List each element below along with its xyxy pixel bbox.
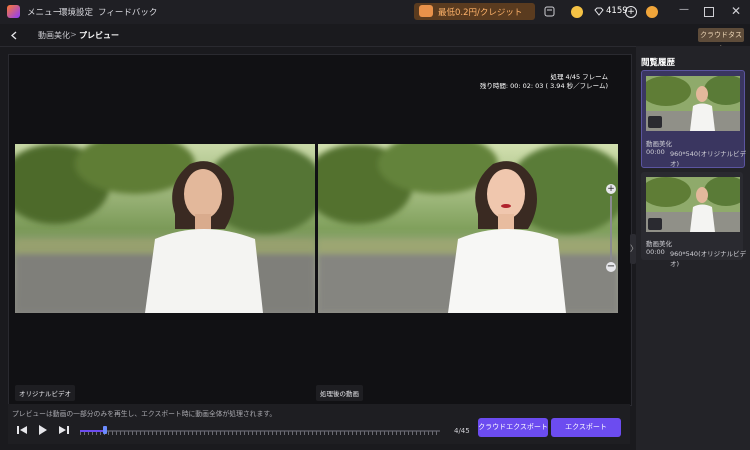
zoom-out-icon[interactable]: − <box>606 262 616 272</box>
history-item-1-time: 00:00 <box>646 148 665 156</box>
collapse-sidebar-icon[interactable]: 〉 <box>630 234 638 264</box>
processed-video-frame <box>318 144 618 313</box>
maximize-icon[interactable] <box>704 7 714 17</box>
original-video <box>15 144 315 313</box>
previous-frame-icon[interactable] <box>17 425 28 435</box>
app-logo-icon <box>7 5 20 18</box>
minimize-icon[interactable]: — <box>679 4 689 15</box>
label-original-video: オリジナルビデオ <box>15 385 75 401</box>
cloud-task-button[interactable]: クラウドタスク <box>698 28 744 53</box>
breadcrumb-separator: > <box>70 30 77 39</box>
timeline-progress <box>80 430 105 432</box>
timeline-ticks <box>80 431 440 435</box>
history-item-2-resolution: 960*540(オリジナルビデオ) <box>670 250 747 268</box>
zoom-slider-track[interactable] <box>610 196 612 260</box>
processed-video <box>318 144 618 313</box>
back-arrow-icon[interactable] <box>11 31 17 40</box>
adjust-icon[interactable] <box>648 218 662 230</box>
remaining-time: 残り時間: 00: 02: 03 ( 3.94 秒／フレーム) <box>479 82 608 90</box>
adjust-icon[interactable] <box>648 116 662 128</box>
history-title: 閲覧履歴 <box>641 58 676 68</box>
avatar[interactable] <box>646 6 658 18</box>
close-icon[interactable]: ✕ <box>731 4 741 18</box>
diamond-icon <box>594 7 604 16</box>
notification-icon[interactable] <box>544 6 555 17</box>
menu-item-settings[interactable]: 環境設定 <box>59 6 93 18</box>
original-video-frame <box>15 144 315 313</box>
promo-text: 最低0.2円/クレジット <box>438 8 523 18</box>
frame-counter: 4/45 <box>454 427 470 435</box>
cloud-export-button[interactable]: クラウドエクスポート <box>478 418 548 437</box>
label-processed-video: 処理後の動画 <box>316 385 363 401</box>
gift-icon <box>419 5 433 17</box>
coin-icon[interactable] <box>571 6 583 18</box>
timeline-playhead[interactable] <box>103 426 107 434</box>
menu-item-menu[interactable]: メニュー <box>27 6 61 18</box>
menu-item-feedback[interactable]: フィードバック <box>98 6 157 18</box>
history-item-1-resolution: 960*540(オリジナルビデオ) <box>670 150 747 168</box>
history-item-2-title: 動画美化 <box>646 240 672 248</box>
history-item-2-time: 00:00 <box>646 248 665 256</box>
breadcrumb-current: プレビュー <box>79 31 119 40</box>
preview-notice: プレビューは動画の一部分のみを再生し、エクスポート時に動画全体が処理されます。 <box>12 410 277 418</box>
history-item-1-title: 動画美化 <box>646 140 672 148</box>
add-credits-icon[interactable]: + <box>625 6 637 18</box>
next-frame-icon[interactable] <box>58 425 69 435</box>
breadcrumb-parent[interactable]: 動画美化 <box>38 30 70 41</box>
export-button[interactable]: エクスポート <box>551 418 621 437</box>
zoom-in-icon[interactable]: + <box>606 184 616 194</box>
play-icon[interactable] <box>38 424 48 436</box>
